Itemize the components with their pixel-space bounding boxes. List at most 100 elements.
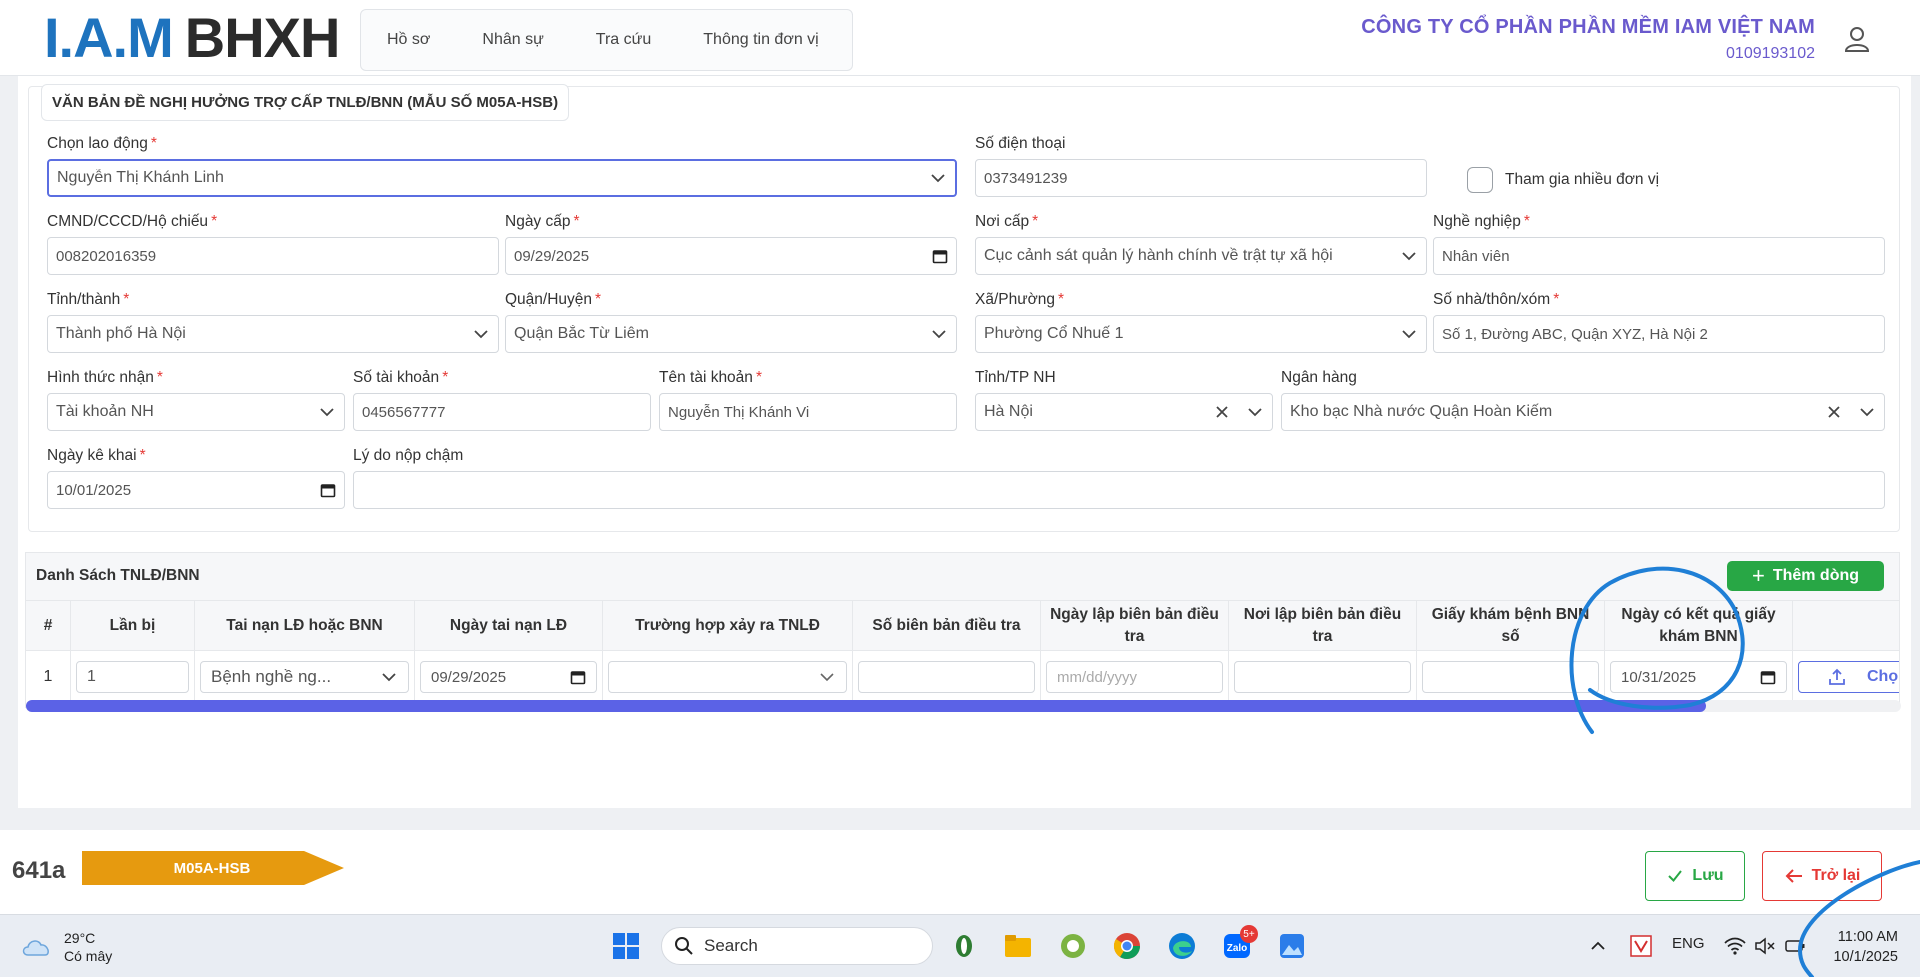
taskbar-search[interactable]: Search bbox=[661, 927, 933, 965]
id-card-input[interactable]: 008202016359 bbox=[47, 237, 499, 275]
case-select[interactable] bbox=[608, 661, 847, 693]
report-no-input[interactable] bbox=[858, 661, 1035, 693]
weather-widget[interactable]: 29°C Có mây bbox=[20, 929, 112, 965]
back-button[interactable]: Trở lại bbox=[1762, 851, 1882, 901]
district-select[interactable]: Quận Bắc Từ Liêm bbox=[505, 315, 957, 353]
calendar-icon[interactable] bbox=[570, 669, 586, 685]
table-title: Danh Sách TNLĐ/BNN bbox=[36, 567, 200, 584]
col-accident-date: Ngày tai nạn LĐ bbox=[415, 601, 603, 651]
province-field: Tỉnh/thành * Thành phố Hà Nội bbox=[47, 289, 499, 355]
declare-date-field: Ngày kê khai * 10/01/2025 bbox=[47, 445, 345, 511]
green-app-icon[interactable] bbox=[1058, 931, 1088, 961]
wifi-icon[interactable] bbox=[1724, 937, 1746, 955]
clear-icon[interactable] bbox=[1826, 404, 1842, 420]
bank-select[interactable]: Kho bạc Nhà nước Quận Hoàn Kiếm bbox=[1281, 393, 1885, 431]
clock-time: 11:00 AM bbox=[1837, 929, 1898, 945]
account-name-input[interactable]: Nguyễn Thị Khánh Vi bbox=[659, 393, 957, 431]
col-attachment: Đ bbox=[1793, 601, 1899, 651]
col-exam-no: Giấy khám bệnh BNN số bbox=[1417, 601, 1605, 651]
address-input[interactable]: Số 1, Đường ABC, Quận XYZ, Hà Nội 2 bbox=[1433, 315, 1885, 353]
speaker-muted-icon[interactable] bbox=[1754, 937, 1776, 955]
occupation-input[interactable]: Nhân viên bbox=[1433, 237, 1885, 275]
accident-date-cell: 09/29/2025 bbox=[415, 651, 603, 703]
chevron-down-icon bbox=[820, 673, 834, 682]
report-date-input[interactable]: mm/dd/yyyy bbox=[1046, 661, 1223, 693]
multi-unit-checkbox[interactable] bbox=[1467, 167, 1493, 193]
province-select[interactable]: Thành phố Hà Nội bbox=[47, 315, 499, 353]
nav-thong-tin-don-vi[interactable]: Thông tin đơn vị bbox=[677, 31, 844, 49]
ward-select[interactable]: Phường Cổ Nhuế 1 bbox=[975, 315, 1427, 353]
employee-select[interactable]: Nguyễn Thị Khánh Linh bbox=[47, 159, 957, 197]
nav-nhan-su[interactable]: Nhân sự bbox=[456, 31, 569, 49]
plus-icon: + bbox=[1751, 563, 1765, 588]
receive-method-select[interactable]: Tài khoản NH bbox=[47, 393, 345, 431]
late-reason-input[interactable] bbox=[353, 471, 1885, 509]
receive-method-label: Hình thức nhận bbox=[47, 369, 154, 386]
chevron-down-icon bbox=[1402, 330, 1416, 339]
file-explorer-icon[interactable] bbox=[1003, 931, 1033, 961]
clear-icon[interactable] bbox=[1214, 404, 1230, 420]
table-horizontal-scrollbar[interactable] bbox=[26, 700, 1901, 712]
chevron-down-icon bbox=[1248, 408, 1262, 417]
search-icon bbox=[675, 937, 693, 955]
multi-unit-label: Tham gia nhiều đơn vị bbox=[1505, 171, 1660, 188]
calendar-icon[interactable] bbox=[1760, 669, 1776, 685]
battery-icon[interactable] bbox=[1784, 937, 1806, 955]
upload-icon bbox=[1829, 668, 1845, 685]
vietnamese-ime-icon[interactable] bbox=[1630, 935, 1652, 957]
col-index: # bbox=[26, 601, 71, 651]
issue-date-input[interactable]: 09/29/2025 bbox=[505, 237, 957, 275]
add-row-button[interactable]: + Thêm dòng bbox=[1727, 561, 1884, 591]
account-no-label: Số tài khoản bbox=[353, 369, 440, 386]
edge-icon[interactable] bbox=[1167, 931, 1197, 961]
scrollbar-thumb[interactable] bbox=[26, 700, 1706, 712]
chevron-down-icon bbox=[932, 330, 946, 339]
declare-date-input[interactable]: 10/01/2025 bbox=[47, 471, 345, 509]
app-logo[interactable]: I.A.M BHXH bbox=[44, 10, 340, 66]
chevron-down-icon bbox=[1860, 408, 1874, 417]
times-input[interactable]: 1 bbox=[76, 661, 189, 693]
phone-label: Số điện thoại bbox=[975, 135, 1066, 152]
chevron-down-icon bbox=[931, 174, 945, 183]
form-tag-label: M05A-HSB bbox=[174, 860, 251, 877]
bank-label: Ngân hàng bbox=[1281, 369, 1357, 386]
type-select[interactable]: Bệnh nghề ng... bbox=[200, 661, 409, 693]
bank-field: Ngân hàng Kho bạc Nhà nước Quận Hoàn Kiế… bbox=[1281, 367, 1885, 433]
leaf-app-icon[interactable] bbox=[949, 931, 979, 961]
id-card-field: CMND/CCCD/Hộ chiếu * 008202016359 bbox=[47, 211, 499, 277]
exam-no-input[interactable] bbox=[1422, 661, 1599, 693]
account-name-field: Tên tài khoản * Nguyễn Thị Khánh Vi bbox=[659, 367, 957, 433]
bank-province-select[interactable]: Hà Nội bbox=[975, 393, 1273, 431]
windows-start-icon[interactable] bbox=[611, 931, 641, 961]
user-icon[interactable] bbox=[1842, 24, 1872, 54]
top-navigation: Hồ sơ Nhân sự Tra cứu Thông tin đơn vị bbox=[360, 9, 853, 71]
calendar-icon[interactable] bbox=[320, 482, 336, 498]
language-indicator[interactable]: ENG bbox=[1672, 935, 1705, 952]
nav-tra-cuu[interactable]: Tra cứu bbox=[570, 31, 677, 49]
windows-taskbar: 29°C Có mây Search Zalo 5+ ENG 11:00 AM 1… bbox=[0, 914, 1920, 977]
calendar-icon[interactable] bbox=[932, 248, 948, 264]
form-footer: 641a M05A-HSB Lưu Trở lại bbox=[0, 830, 1920, 914]
system-clock[interactable]: 11:00 AM 10/1/2025 bbox=[1833, 927, 1898, 967]
col-type: Tai nạn LĐ hoặc BNN bbox=[195, 601, 415, 651]
account-no-input[interactable]: 0456567777 bbox=[353, 393, 651, 431]
photos-icon[interactable] bbox=[1277, 931, 1307, 961]
accident-date-input[interactable]: 09/29/2025 bbox=[420, 661, 597, 693]
occupation-label: Nghề nghiệp bbox=[1433, 213, 1521, 230]
case-cell bbox=[603, 651, 853, 703]
chevron-down-icon bbox=[382, 673, 396, 682]
chevron-up-icon[interactable] bbox=[1589, 937, 1607, 955]
phone-input[interactable]: 0373491239 bbox=[975, 159, 1427, 197]
weather-temp: 29°C bbox=[64, 930, 96, 946]
bank-province-field: Tỉnh/TP NH Hà Nội bbox=[975, 367, 1273, 433]
ward-field: Xã/Phường * Phường Cổ Nhuế 1 bbox=[975, 289, 1427, 355]
save-button[interactable]: Lưu bbox=[1645, 851, 1745, 901]
exam-result-date-input[interactable]: 10/31/2025 bbox=[1610, 661, 1787, 693]
nav-ho-so[interactable]: Hồ sơ bbox=[361, 31, 456, 49]
chrome-icon[interactable] bbox=[1112, 931, 1142, 961]
upload-button[interactable]: Chọn bbox=[1798, 661, 1899, 693]
report-place-input[interactable] bbox=[1234, 661, 1411, 693]
col-times: Lần bị bbox=[71, 601, 195, 651]
issue-place-select[interactable]: Cục cảnh sát quản lý hành chính về trật … bbox=[975, 237, 1427, 275]
late-reason-label: Lý do nộp chậm bbox=[353, 447, 464, 464]
